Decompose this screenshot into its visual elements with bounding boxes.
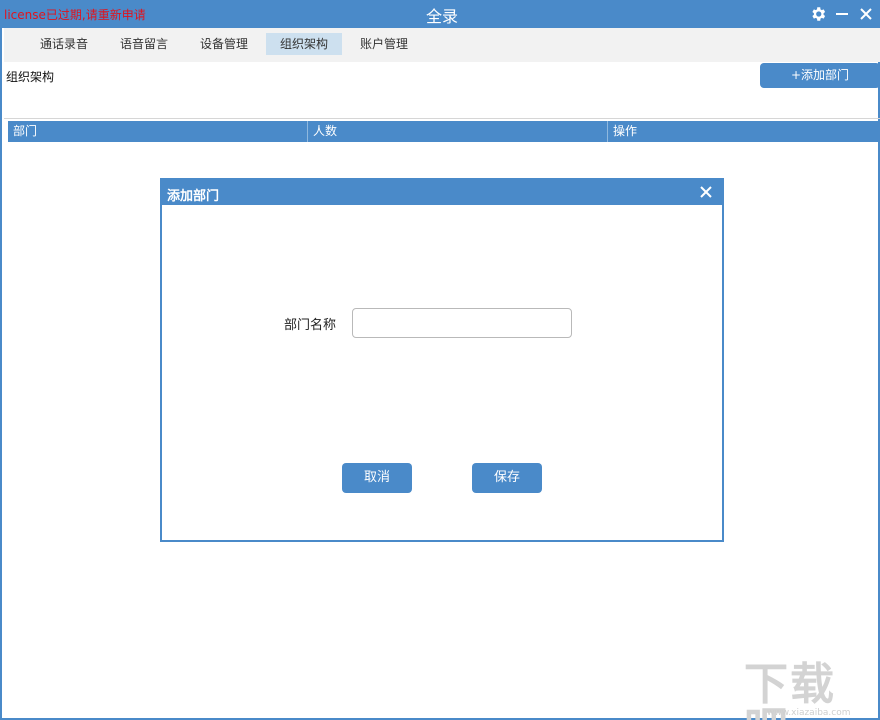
gear-icon [809, 5, 827, 23]
tab-account-management[interactable]: 账户管理 [346, 33, 422, 55]
column-header-headcount[interactable]: 人数 [308, 121, 608, 142]
watermark-url: www.xiazaiba.com [767, 708, 851, 718]
close-icon [698, 184, 714, 200]
tab-device-management[interactable]: 设备管理 [186, 33, 262, 55]
add-department-dialog: 添加部门 部门名称 取消 保存 [160, 178, 724, 542]
dialog-title: 添加部门 [167, 185, 219, 204]
minimize-button[interactable] [831, 3, 853, 25]
tab-call-recording[interactable]: 通话录音 [26, 33, 102, 55]
department-table-header: 部门 人数 操作 [8, 121, 878, 142]
tab-organization[interactable]: 组织架构 [266, 33, 342, 55]
column-header-actions[interactable]: 操作 [608, 121, 878, 142]
department-name-label: 部门名称 [284, 314, 336, 333]
main-tabs: 通话录音 语音留言 设备管理 组织架构 账户管理 [4, 28, 880, 62]
cancel-button[interactable]: 取消 [342, 463, 412, 493]
add-department-button[interactable]: +添加部门 [760, 63, 880, 88]
column-header-department[interactable]: 部门 [8, 121, 308, 142]
tab-voice-message[interactable]: 语音留言 [106, 33, 182, 55]
close-icon [859, 7, 873, 21]
title-bar: license已过期,请重新申请 全录 [2, 0, 880, 28]
app-window: license已过期,请重新申请 全录 通话录音 语音留言 设备管理 组织架构 … [0, 0, 880, 720]
app-title: 全录 [2, 3, 880, 27]
minimize-icon [835, 7, 849, 21]
save-button[interactable]: 保存 [472, 463, 542, 493]
page-title: 组织架构 [6, 68, 54, 85]
department-name-input[interactable] [352, 308, 572, 338]
close-window-button[interactable] [855, 3, 877, 25]
divider [4, 118, 880, 119]
settings-button[interactable] [807, 3, 829, 25]
dialog-header: 添加部门 [162, 180, 722, 205]
dialog-close-button[interactable] [698, 184, 714, 200]
